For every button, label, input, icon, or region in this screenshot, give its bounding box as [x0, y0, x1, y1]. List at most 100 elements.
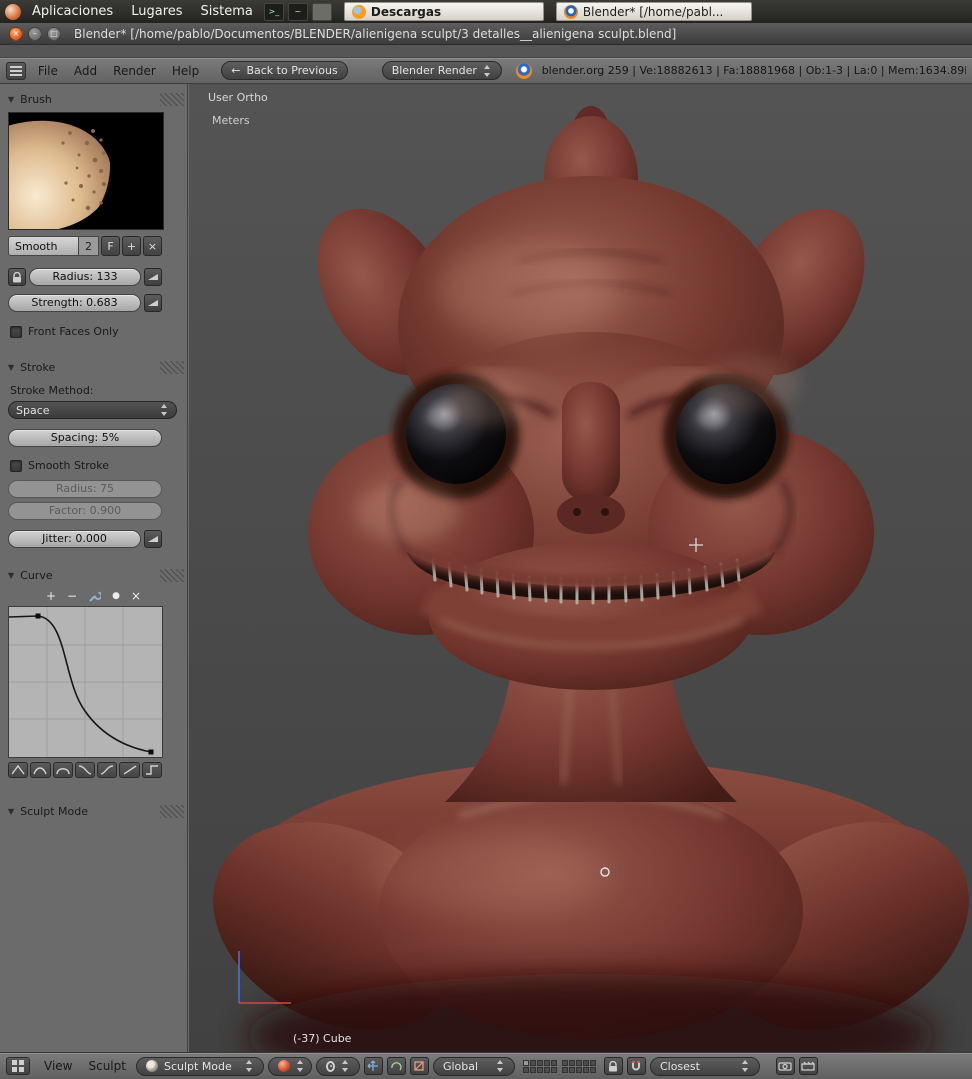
- translate-arrows-icon: [368, 1060, 379, 1071]
- stroke-method-select[interactable]: Space: [8, 401, 177, 419]
- unified-size-lock-button[interactable]: [8, 268, 26, 286]
- panel-expand-icon: ▼: [8, 362, 15, 372]
- tool-shelf: ▼ Brush Smooth 2 F + × Radius: 133 Stren…: [0, 84, 188, 1053]
- window-title: Blender* [/home/pablo/Documentos/BLENDER…: [74, 26, 677, 41]
- lock-to-scene-toggle[interactable]: [603, 1057, 623, 1075]
- menu-sistema[interactable]: Sistema: [194, 3, 260, 20]
- brush-preview-image[interactable]: [4, 112, 164, 231]
- menu-lugares[interactable]: Lugares: [124, 3, 189, 20]
- pivot-center-select[interactable]: [315, 1056, 360, 1076]
- brush-name-field[interactable]: Smooth: [8, 236, 79, 256]
- dropdown-arrows-icon: [296, 1059, 305, 1073]
- menu-help[interactable]: Help: [164, 64, 207, 78]
- monitor-tray-icon[interactable]: ~: [287, 2, 308, 21]
- delete-point-icon[interactable]: ×: [131, 590, 141, 602]
- editor-type-button[interactable]: [6, 1057, 30, 1075]
- maximize-button[interactable]: □: [47, 26, 61, 41]
- strength-pressure-button[interactable]: [144, 294, 162, 312]
- render-engine-select[interactable]: Blender Render: [381, 61, 502, 80]
- panel-grip-icon[interactable]: [160, 361, 184, 374]
- curve-preset-constant-button[interactable]: [141, 762, 162, 778]
- curve-preset-smooth-button[interactable]: [30, 762, 51, 778]
- layer-block-right[interactable]: [561, 1059, 596, 1073]
- back-to-previous-button[interactable]: ← Back to Previous: [221, 61, 348, 80]
- dropdown-arrows-icon: [160, 403, 169, 417]
- panel-header-sculpt-mode[interactable]: ▼ Sculpt Mode: [0, 800, 187, 822]
- minimize-button[interactable]: –: [28, 26, 42, 41]
- panel-header-curve[interactable]: ▼ Curve: [0, 564, 187, 586]
- snap-target-select[interactable]: Closest: [649, 1056, 760, 1076]
- distro-logo-icon[interactable]: [5, 3, 21, 20]
- close-button[interactable]: ×: [9, 26, 23, 41]
- radius-row: Radius: 133: [8, 268, 162, 286]
- clipping-circle-icon[interactable]: ●: [112, 590, 120, 602]
- tools-wrench-icon[interactable]: [88, 590, 102, 603]
- menu-file[interactable]: File: [30, 64, 66, 78]
- active-object-overlay: (-37) Cube: [293, 1032, 352, 1045]
- panel-grip-icon[interactable]: [160, 569, 184, 582]
- curve-preset-max-button[interactable]: [52, 762, 73, 778]
- taskbar-item-descargas[interactable]: Descargas: [343, 2, 544, 21]
- zoom-in-icon[interactable]: +: [46, 590, 56, 602]
- viewport-shading-select[interactable]: [267, 1056, 312, 1076]
- menu-aplicaciones[interactable]: Aplicaciones: [25, 3, 120, 20]
- stroke-factor-slider[interactable]: Factor: 0.900: [8, 502, 162, 520]
- sculpted-alien-model[interactable]: [189, 84, 972, 1053]
- curve-preset-root-button[interactable]: [97, 762, 118, 778]
- zoom-out-icon[interactable]: −: [67, 590, 77, 602]
- menu-add[interactable]: Add: [66, 64, 105, 78]
- scene-stats: blender.org 259 | Ve:18882613 | Fa:18881…: [541, 64, 966, 77]
- fake-user-button[interactable]: F: [101, 236, 120, 256]
- panel-header-brush[interactable]: ▼ Brush: [0, 88, 187, 110]
- jitter-row: Jitter: 0.000: [8, 530, 162, 548]
- rotate-arc-icon: [391, 1062, 403, 1071]
- viewport-3d[interactable]: User Ortho Meters (-37) Cube: [189, 84, 972, 1053]
- mode-select[interactable]: Sculpt Mode: [135, 1056, 264, 1076]
- window-titlebar[interactable]: × – □ Blender* [/home/pablo/Documentos/B…: [0, 23, 972, 45]
- panel-title: Sculpt Mode: [20, 804, 88, 818]
- shading-sphere-icon: [277, 1060, 290, 1072]
- layers-widget[interactable]: [522, 1059, 596, 1073]
- curve-preset-sphere-button[interactable]: [74, 762, 96, 778]
- terminal-tray-icon[interactable]: >_: [263, 2, 284, 21]
- transform-orientation-select[interactable]: Global: [432, 1056, 515, 1076]
- curve-preset-linear-button[interactable]: [119, 762, 140, 778]
- clapperboard-icon: [801, 1061, 816, 1071]
- add-brush-button[interactable]: +: [122, 236, 141, 256]
- unlink-brush-button[interactable]: ×: [143, 236, 162, 256]
- front-faces-row: Front Faces Only: [10, 325, 177, 338]
- menu-sculpt[interactable]: Sculpt: [82, 1059, 131, 1073]
- smooth-stroke-checkbox[interactable]: [10, 459, 22, 472]
- snap-toggle[interactable]: [626, 1057, 646, 1075]
- panel-grip-icon[interactable]: [160, 805, 184, 818]
- menu-render[interactable]: Render: [105, 64, 164, 78]
- front-faces-checkbox[interactable]: [10, 325, 22, 338]
- screenshot-tray-icon[interactable]: [311, 2, 332, 21]
- opengl-anim-render-button[interactable]: [798, 1057, 818, 1075]
- jitter-pressure-button[interactable]: [144, 530, 162, 548]
- manipulator-scale-toggle[interactable]: [409, 1057, 429, 1075]
- manipulator-translate-toggle[interactable]: [363, 1057, 383, 1075]
- taskbar-item-blender[interactable]: Blender* [/home/pabl...: [555, 2, 752, 21]
- brush-users-count[interactable]: 2: [79, 236, 99, 256]
- brush-radius-slider[interactable]: Radius: 133: [29, 268, 141, 286]
- spacing-slider[interactable]: Spacing: 5%: [8, 429, 162, 447]
- menu-view[interactable]: View: [38, 1059, 78, 1073]
- stroke-radius-slider[interactable]: Radius: 75: [8, 480, 162, 498]
- task-label: Blender* [/home/pabl...: [582, 4, 724, 19]
- jitter-slider[interactable]: Jitter: 0.000: [8, 530, 141, 548]
- opengl-render-button[interactable]: [775, 1057, 795, 1075]
- panel-grip-icon[interactable]: [160, 93, 184, 106]
- brush-texture-thumbnail: [4, 113, 163, 231]
- layer-block-left[interactable]: [522, 1059, 557, 1073]
- manipulator-rotate-toggle[interactable]: [386, 1057, 406, 1075]
- radius-pressure-button[interactable]: [144, 268, 162, 286]
- curve-preset-sharp-button[interactable]: [8, 762, 29, 778]
- panel-title: Brush: [20, 92, 52, 106]
- os-top-panel: Aplicaciones Lugares Sistema >_ ~ Descar…: [0, 0, 972, 23]
- curve-widget[interactable]: [8, 606, 163, 758]
- panel-header-stroke[interactable]: ▼ Stroke: [0, 356, 187, 378]
- lock-icon: [13, 271, 21, 282]
- brush-strength-slider[interactable]: Strength: 0.683: [8, 294, 141, 312]
- editor-type-button[interactable]: [6, 61, 26, 80]
